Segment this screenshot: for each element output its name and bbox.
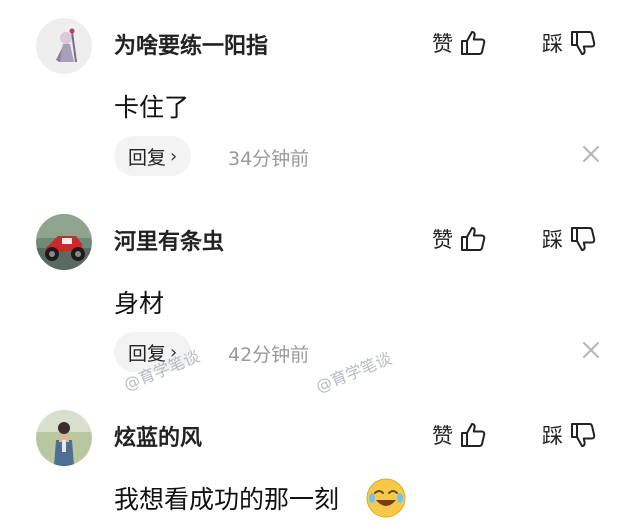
like-button[interactable]: 赞	[432, 418, 487, 452]
chevron-right-icon: ›	[170, 145, 178, 167]
timestamp: 34分钟前	[228, 148, 310, 170]
avatar-image	[36, 18, 92, 74]
reply-label: 回复	[128, 342, 167, 365]
like-label: 赞	[432, 424, 453, 448]
dislike-label: 踩	[542, 424, 563, 448]
timestamp: 42分钟前	[228, 344, 310, 366]
dislike-label: 踩	[542, 228, 563, 252]
avatar[interactable]	[36, 214, 92, 270]
reply-label: 回复	[128, 146, 167, 169]
username[interactable]: 为啥要练一阳指	[114, 28, 268, 60]
comment-item: 河里有条虫 赞 踩 身材 回复 › 42分钟前	[0, 196, 640, 392]
comment-item: 为啥要练一阳指 赞 踩 卡住了 回复 › 34分钟前	[0, 0, 640, 196]
chevron-right-icon: ›	[170, 341, 178, 363]
like-label: 赞	[432, 32, 453, 56]
reply-button[interactable]: 回复 ›	[114, 332, 192, 372]
laughing-tears-emoji	[364, 476, 408, 520]
dislike-button[interactable]: 踩	[542, 418, 597, 452]
thumbs-down-icon	[571, 423, 596, 447]
comment-text: 身材	[114, 289, 165, 318]
thumbs-down-icon	[571, 31, 596, 55]
like-button[interactable]: 赞	[432, 26, 487, 60]
comment-text: 卡住了	[114, 93, 190, 122]
avatar[interactable]	[36, 18, 92, 74]
username[interactable]: 炫蓝的风	[114, 420, 202, 452]
like-button[interactable]: 赞	[432, 222, 487, 256]
close-button[interactable]	[580, 339, 602, 361]
avatar[interactable]	[36, 410, 92, 466]
dislike-button[interactable]: 踩	[542, 26, 597, 60]
dislike-button[interactable]: 踩	[542, 222, 597, 256]
thumbs-down-icon	[571, 227, 596, 251]
like-label: 赞	[432, 228, 453, 252]
avatar-image	[36, 214, 92, 270]
close-icon	[583, 342, 599, 358]
close-icon	[583, 146, 599, 162]
reply-button[interactable]: 回复 ›	[114, 136, 192, 176]
thumbs-up-icon	[461, 227, 486, 251]
avatar-image	[36, 410, 92, 466]
thumbs-up-icon	[461, 423, 486, 447]
dislike-label: 踩	[542, 32, 563, 56]
close-button[interactable]	[580, 143, 602, 165]
username[interactable]: 河里有条虫	[114, 224, 224, 256]
comment-item: 炫蓝的风 赞 踩 我想看成功的那一刻	[0, 392, 640, 518]
thumbs-up-icon	[461, 31, 486, 55]
comment-text: 我想看成功的那一刻	[114, 485, 340, 514]
